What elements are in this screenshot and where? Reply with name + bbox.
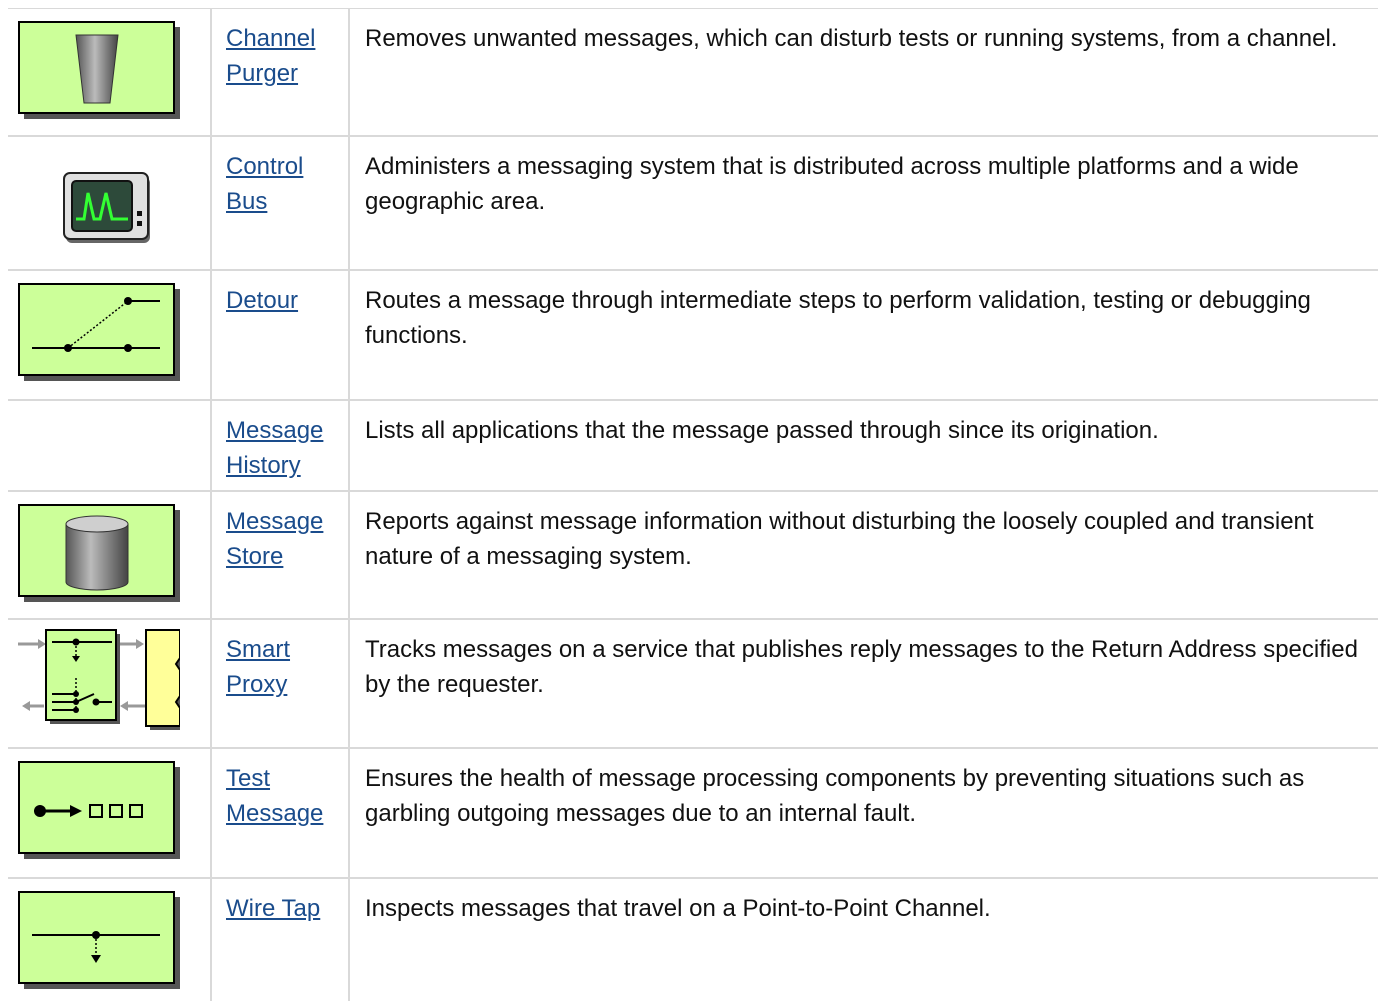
table-row: Message History Lists all applications t… [8, 401, 1378, 492]
channel-purger-icon [18, 21, 180, 119]
table-row: Smart Proxy Tracks messages on a service… [8, 620, 1378, 749]
description-cell: Inspects messages that travel on a Point… [365, 895, 991, 922]
name-cell: Test Message [212, 749, 350, 877]
name-cell: Message Store [212, 492, 350, 618]
icon-cell [8, 271, 212, 399]
icon-cell [8, 749, 212, 877]
description-cell: Tracks messages on a service that publis… [365, 636, 1358, 698]
patterns-table: Channel Purger Removes unwanted messages… [8, 8, 1378, 1001]
pattern-link-smart-proxy[interactable]: Smart Proxy [226, 636, 290, 698]
pattern-link-message-history[interactable]: Message History [226, 417, 323, 479]
name-cell: Detour [212, 271, 350, 399]
table-row: Test Message Ensures the health of messa… [8, 749, 1378, 879]
description-cell: Administers a messaging system that is d… [365, 153, 1299, 215]
test-message-icon [18, 761, 180, 859]
name-cell: Channel Purger [212, 9, 350, 135]
pattern-link-channel-purger[interactable]: Channel Purger [226, 25, 315, 87]
message-store-icon [18, 504, 180, 602]
name-cell: Message History [212, 401, 350, 490]
table-row: Wire Tap Inspects messages that travel o… [8, 879, 1378, 1001]
icon-cell [8, 620, 212, 747]
control-bus-icon [63, 172, 150, 243]
pattern-link-test-message[interactable]: Test Message [226, 765, 323, 827]
pattern-link-control-bus[interactable]: Control Bus [226, 153, 303, 215]
detour-icon [18, 283, 180, 381]
description-cell: Ensures the health of message processing… [365, 765, 1305, 827]
pattern-link-detour[interactable]: Detour [226, 287, 298, 314]
table-row: Message Store Reports against message in… [8, 492, 1378, 620]
icon-cell [8, 879, 212, 1001]
name-cell: Wire Tap [212, 879, 350, 1001]
pattern-link-wire-tap[interactable]: Wire Tap [226, 895, 320, 922]
description-cell: Reports against message information with… [365, 508, 1314, 570]
name-cell: Smart Proxy [212, 620, 350, 747]
wire-tap-icon [18, 891, 180, 989]
icon-cell [8, 401, 212, 490]
description-cell: Removes unwanted messages, which can dis… [365, 25, 1338, 52]
name-cell: Control Bus [212, 137, 350, 269]
table-row: Channel Purger Removes unwanted messages… [8, 9, 1378, 137]
icon-cell [8, 9, 212, 135]
description-cell: Lists all applications that the message … [365, 417, 1159, 444]
icon-cell [8, 137, 212, 269]
table-row: Control Bus Administers a messaging syst… [8, 137, 1378, 271]
table-row: Detour Routes a message through intermed… [8, 271, 1378, 401]
description-cell: Routes a message through intermediate st… [365, 287, 1311, 349]
icon-cell [8, 492, 212, 618]
smart-proxy-icon [18, 629, 180, 730]
pattern-link-message-store[interactable]: Message Store [226, 508, 323, 570]
